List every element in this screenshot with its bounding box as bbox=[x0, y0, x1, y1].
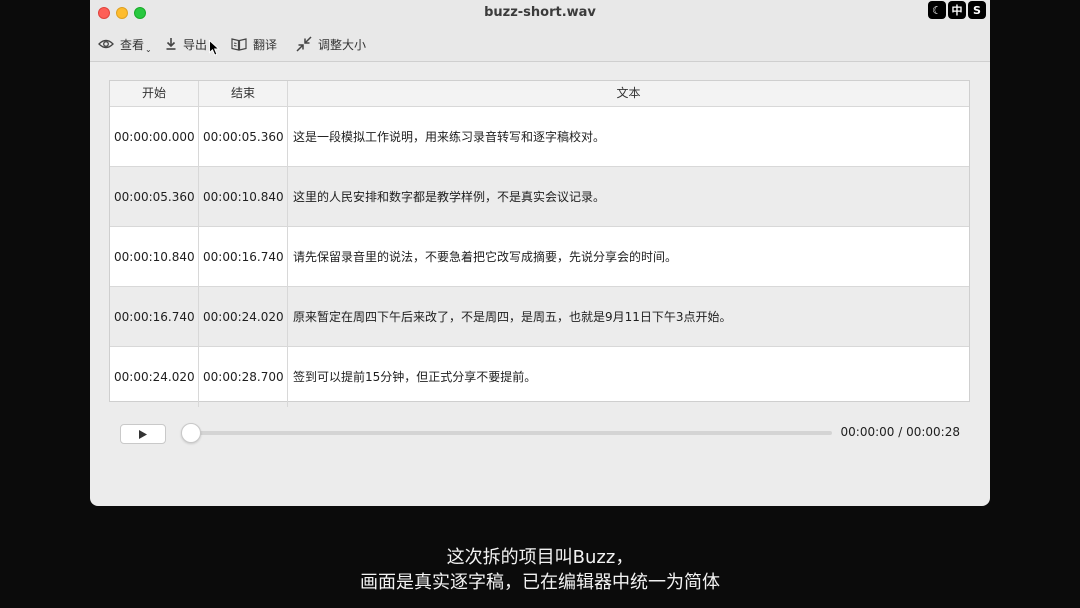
table-header: 开始 结束 文本 bbox=[110, 81, 969, 107]
column-header-text[interactable]: 文本 bbox=[288, 81, 969, 106]
transcript-text-cell[interactable]: 请先保留录音里的说法，不要急着把它改写成摘要，先说分享会的时间。 bbox=[288, 227, 969, 287]
s-badge-icon: S bbox=[968, 1, 986, 19]
app-window: buzz-short.wav 查看 ⌄ 导出 翻译 调整大小 开始 结束 文本 … bbox=[90, 0, 990, 506]
chevron-down-icon: ⌄ bbox=[145, 44, 152, 54]
column-header-start[interactable]: 开始 bbox=[110, 81, 199, 106]
shrink-arrows-icon bbox=[296, 36, 312, 52]
start-time-cell[interactable]: 00:00:05.360 bbox=[110, 167, 199, 227]
end-time-cell[interactable]: 00:00:24.020 bbox=[199, 287, 288, 347]
end-time-cell[interactable]: 00:00:10.840 bbox=[199, 167, 288, 227]
subtitle-line-2: 画面是真实逐字稿，已在编辑器中统一为简体 bbox=[360, 572, 720, 593]
transcript-text-cell[interactable]: 签到可以提前15分钟，但正式分享不要提前。 bbox=[288, 347, 969, 407]
transcript-text-cell[interactable]: 原来暂定在周四下午后来改了，不是周四，是周五，也就是9月11日下午3点开始。 bbox=[288, 287, 969, 347]
table-row[interactable]: 00:00:10.840 00:00:16.740 请先保留录音里的说法，不要急… bbox=[110, 227, 969, 287]
window-title: buzz-short.wav bbox=[484, 5, 596, 20]
book-translate-icon bbox=[231, 38, 247, 51]
transcript-text-cell[interactable]: 这里的人民安排和数字都是教学样例，不是真实会议记录。 bbox=[288, 167, 969, 227]
view-label: 查看 bbox=[120, 37, 145, 52]
resize-label: 调整大小 bbox=[318, 37, 367, 52]
end-time-cell[interactable]: 00:00:16.740 bbox=[199, 227, 288, 287]
mouse-pointer-icon bbox=[209, 40, 220, 56]
toolbar: 查看 ⌄ 导出 翻译 调整大小 bbox=[90, 26, 990, 62]
export-label: 导出 bbox=[183, 37, 208, 52]
app-badges: ☾ 中 S bbox=[928, 1, 986, 19]
moon-badge-icon: ☾ bbox=[928, 1, 946, 19]
column-header-end[interactable]: 结束 bbox=[199, 81, 288, 106]
view-button[interactable]: 查看 ⌄ bbox=[98, 34, 152, 54]
end-time-cell[interactable]: 00:00:28.700 bbox=[199, 347, 288, 407]
chinese-badge-icon: 中 bbox=[948, 1, 966, 19]
eye-icon bbox=[98, 39, 114, 49]
end-time-cell[interactable]: 00:00:05.360 bbox=[199, 107, 288, 167]
title-bar[interactable]: buzz-short.wav bbox=[90, 0, 990, 26]
subtitle-line-1: 这次拆的项目叫Buzz， bbox=[446, 547, 634, 568]
resize-button[interactable]: 调整大小 bbox=[296, 34, 366, 54]
audio-player: 00:00:00 / 00:00:28 bbox=[90, 414, 990, 454]
translate-label: 翻译 bbox=[253, 37, 278, 52]
playback-slider-handle[interactable] bbox=[181, 423, 201, 443]
playback-slider[interactable] bbox=[182, 431, 832, 435]
export-button[interactable]: 导出 bbox=[165, 34, 207, 54]
transcript-table: 开始 结束 文本 00:00:00.000 00:00:05.360 这是一段模… bbox=[109, 80, 970, 407]
start-time-cell[interactable]: 00:00:24.020 bbox=[110, 347, 199, 407]
play-button[interactable] bbox=[120, 424, 166, 444]
table-row[interactable]: 00:00:24.020 00:00:28.700 签到可以提前15分钟，但正式… bbox=[110, 347, 969, 407]
table-row[interactable]: 00:00:05.360 00:00:10.840 这里的人民安排和数字都是教学… bbox=[110, 167, 969, 227]
start-time-cell[interactable]: 00:00:00.000 bbox=[110, 107, 199, 167]
transcript-text-cell[interactable]: 这是一段模拟工作说明，用来练习录音转写和逐字稿校对。 bbox=[288, 107, 969, 167]
table-row[interactable]: 00:00:00.000 00:00:05.360 这是一段模拟工作说明，用来练… bbox=[110, 107, 969, 167]
start-time-cell[interactable]: 00:00:10.840 bbox=[110, 227, 199, 287]
download-icon bbox=[166, 38, 176, 50]
table-row[interactable]: 00:00:16.740 00:00:24.020 原来暂定在周四下午后来改了，… bbox=[110, 287, 969, 347]
time-readout: 00:00:00 / 00:00:28 bbox=[840, 425, 960, 439]
start-time-cell[interactable]: 00:00:16.740 bbox=[110, 287, 199, 347]
translate-button[interactable]: 翻译 bbox=[231, 34, 277, 54]
play-icon bbox=[139, 429, 147, 439]
